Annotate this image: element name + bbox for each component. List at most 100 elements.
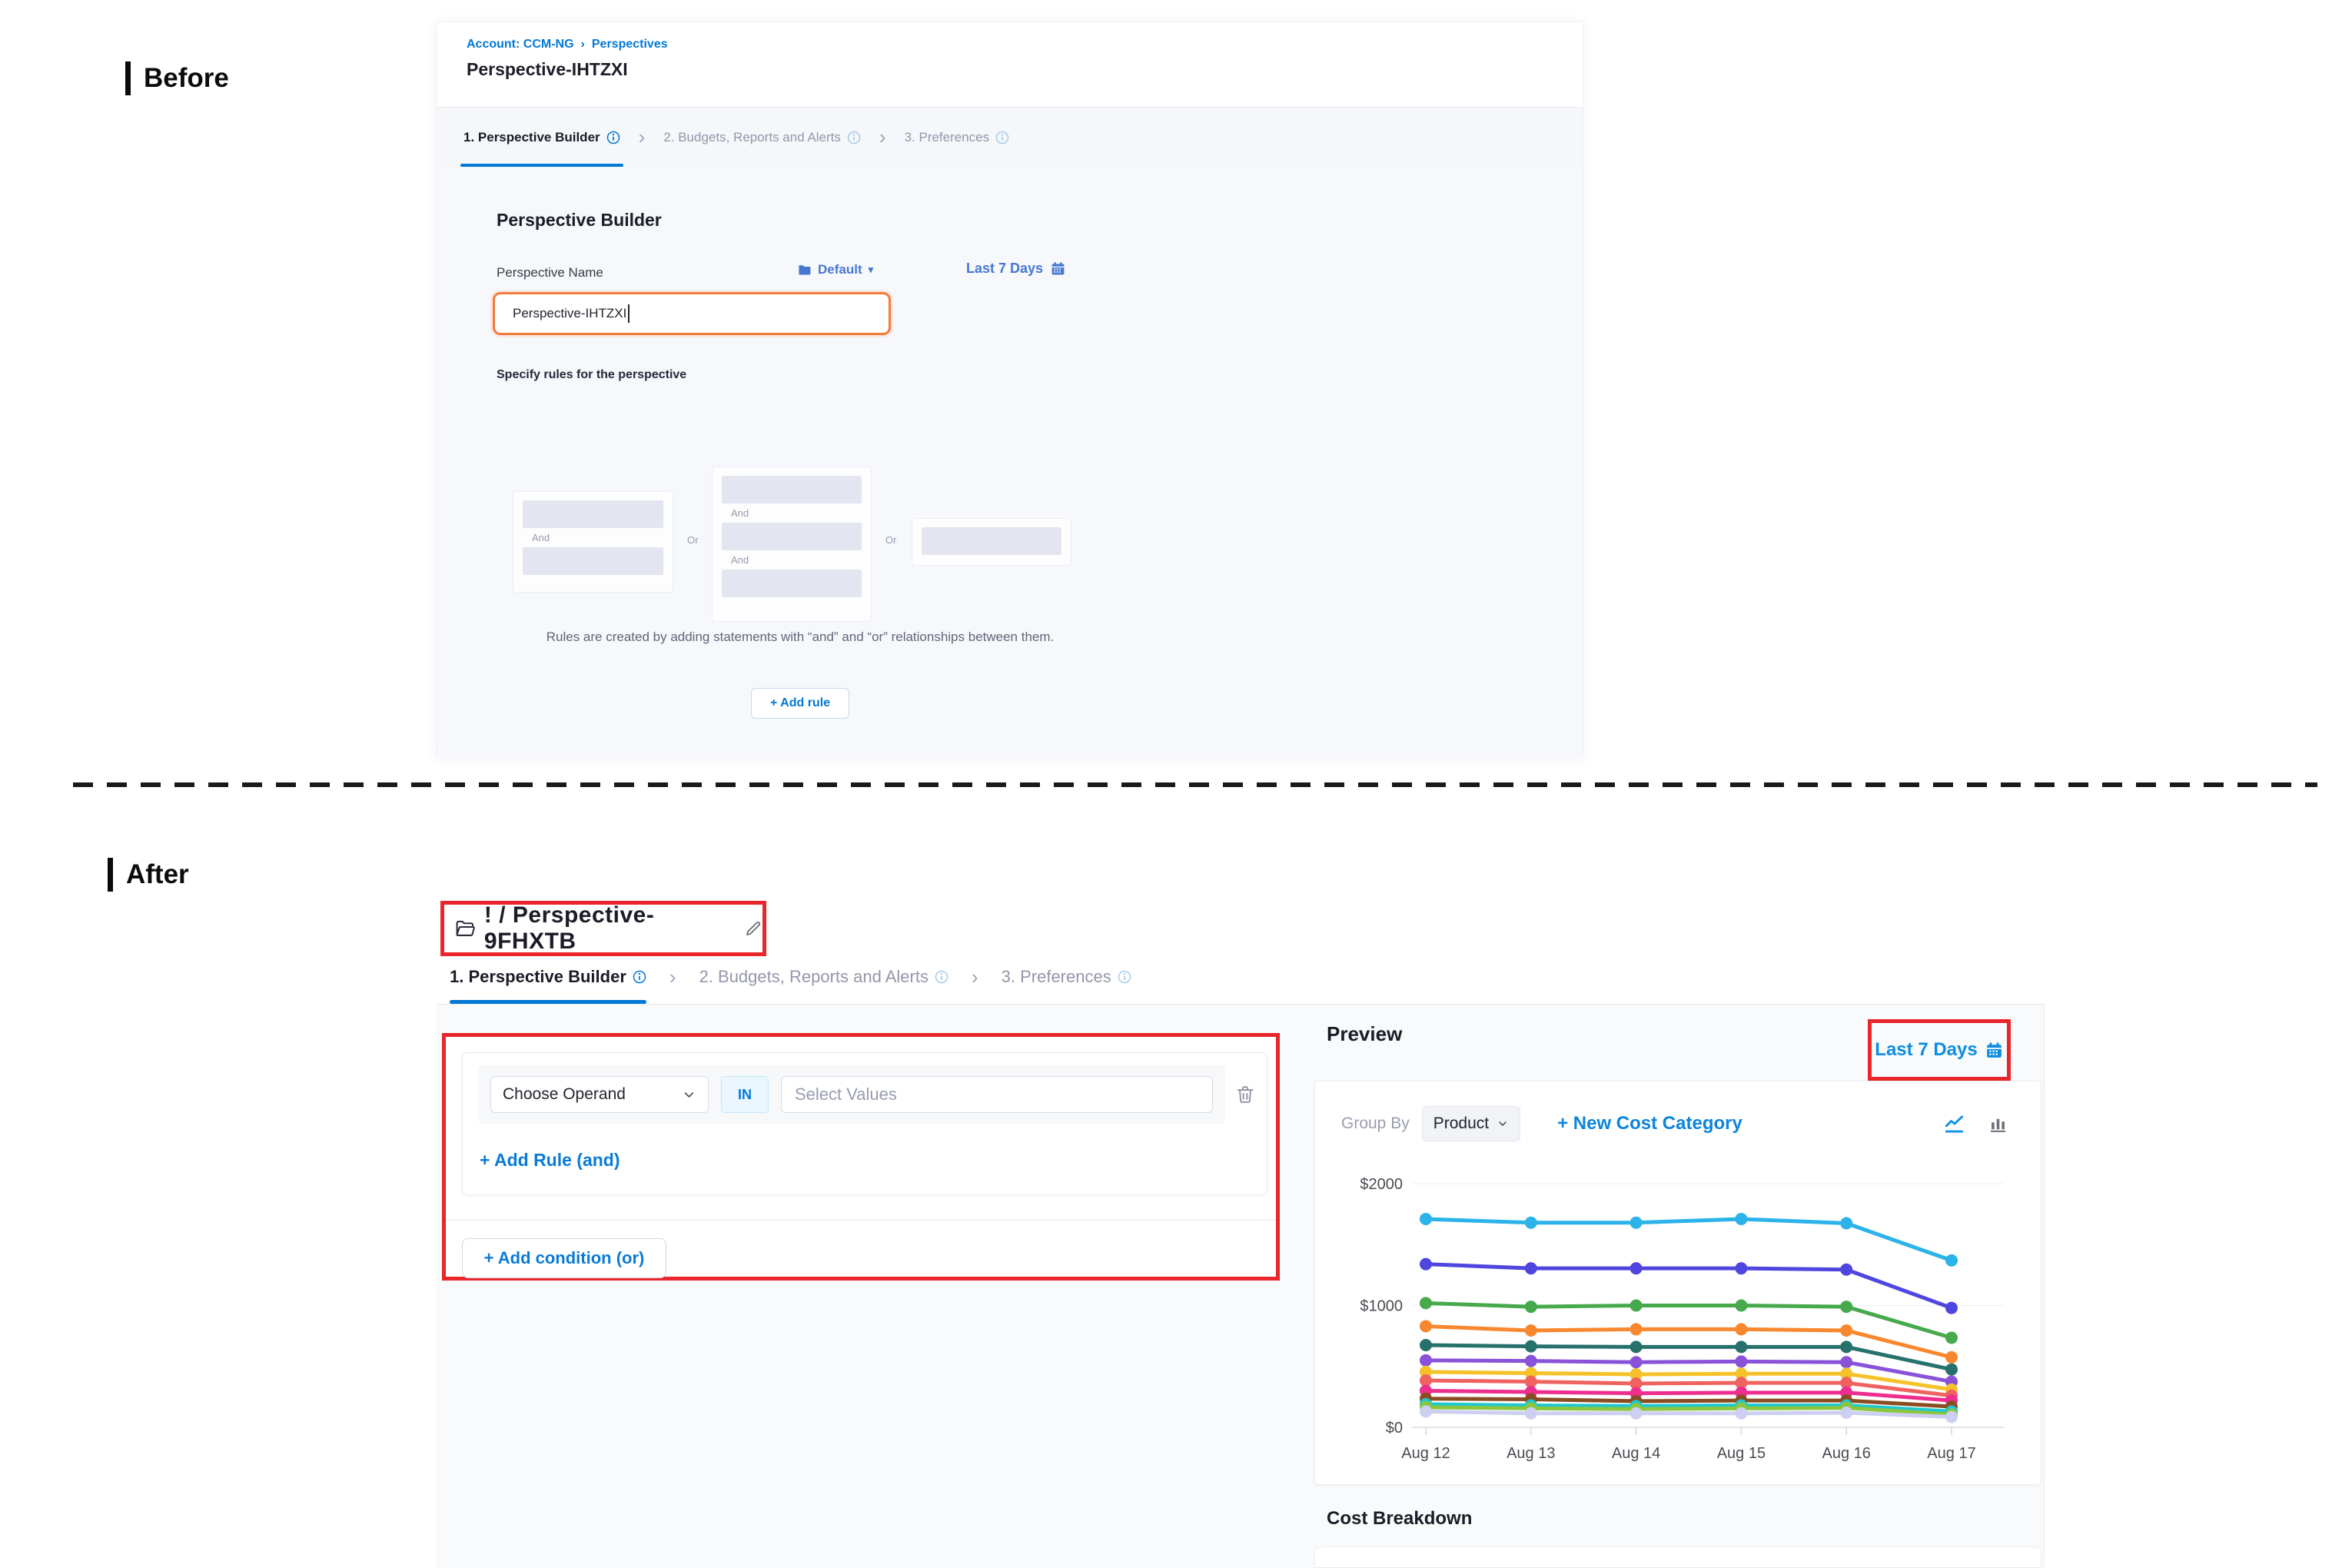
skeleton-bar bbox=[922, 527, 1061, 555]
operator-in-chip[interactable]: IN bbox=[721, 1076, 769, 1113]
tab-perspective-builder[interactable]: 1. Perspective Builder bbox=[450, 967, 646, 987]
skeleton-and-label: And bbox=[722, 503, 862, 523]
after-section-label: After bbox=[108, 858, 189, 892]
annotation-box-title: ! / Perspective-9FHXTB bbox=[440, 901, 766, 956]
date-range-picker[interactable]: Last 7 Days bbox=[1875, 1039, 2003, 1061]
svg-text:$2000: $2000 bbox=[1360, 1176, 1403, 1193]
annotation-box-date-range: Last 7 Days bbox=[1868, 1019, 2011, 1081]
folder-selector[interactable]: Default ▾ bbox=[797, 262, 873, 277]
calendar-icon bbox=[1050, 261, 1066, 277]
breadcrumb-perspectives-link[interactable]: Perspectives bbox=[592, 38, 668, 51]
choose-operand-select[interactable]: Choose Operand bbox=[490, 1076, 709, 1113]
tab-preferences[interactable]: 3. Preferences bbox=[905, 130, 1010, 145]
skeleton-bar bbox=[722, 523, 862, 550]
rule-card: Choose Operand IN + Add Rule (and) bbox=[462, 1052, 1267, 1195]
skeleton-and-label: And bbox=[523, 528, 663, 547]
chevron-right-icon: › bbox=[972, 971, 978, 984]
rules-hint-text: Rules are created by adding statements w… bbox=[497, 630, 1104, 645]
preview-right-border bbox=[2044, 1005, 2045, 1568]
group-by-value: Product bbox=[1433, 1115, 1489, 1133]
rule-skeleton-card bbox=[912, 518, 1071, 566]
group-by-select[interactable]: Product bbox=[1422, 1106, 1520, 1141]
tab-budgets-reports-alerts[interactable]: 2. Budgets, Reports and Alerts bbox=[663, 130, 861, 145]
add-rule-button[interactable]: + Add rule bbox=[751, 688, 849, 719]
chart-type-toggle bbox=[1944, 1114, 2008, 1134]
calendar-icon bbox=[1985, 1041, 2004, 1060]
select-values-input[interactable] bbox=[781, 1076, 1213, 1113]
folder-open-icon bbox=[454, 917, 477, 941]
skeleton-or-label: Or bbox=[687, 534, 698, 546]
svg-text:Aug 16: Aug 16 bbox=[1822, 1445, 1871, 1462]
builder-heading: Perspective Builder bbox=[497, 210, 662, 231]
chevron-right-icon: › bbox=[669, 971, 676, 984]
svg-text:Aug 17: Aug 17 bbox=[1927, 1445, 1975, 1462]
specify-rules-label: Specify rules for the perspective bbox=[497, 368, 686, 382]
info-icon bbox=[995, 131, 1009, 145]
info-icon bbox=[1118, 970, 1131, 984]
tab-bar: 1. Perspective Builder › 2. Budgets, Rep… bbox=[450, 967, 1131, 987]
svg-text:Aug 13: Aug 13 bbox=[1507, 1445, 1555, 1462]
skeleton-and-label: And bbox=[722, 550, 862, 570]
skeleton-or-label: Or bbox=[885, 534, 896, 546]
svg-text:Aug 12: Aug 12 bbox=[1401, 1445, 1450, 1462]
skeleton-bar bbox=[523, 500, 663, 528]
tab-bar: 1. Perspective Builder › 2. Budgets, Rep… bbox=[437, 107, 1583, 167]
annotation-box-rule-builder: Choose Operand IN + Add Rule (and) + Add… bbox=[442, 1033, 1280, 1281]
edit-pencil-icon[interactable] bbox=[744, 919, 762, 938]
skeleton-bar bbox=[722, 476, 862, 503]
chevron-right-icon: › bbox=[879, 131, 886, 144]
skeleton-bar bbox=[722, 570, 862, 597]
tab-bottom-divider bbox=[437, 1004, 2045, 1005]
cost-preview-line-chart: $2000 $1000 $0 Aug 12 Aug 13 Aug 14 Aug 15 Aug … bbox=[1326, 1152, 2022, 1467]
rule-skeleton-card: And bbox=[513, 491, 673, 593]
choose-operand-value: Choose Operand bbox=[503, 1085, 626, 1104]
tab-perspective-builder[interactable]: 1. Perspective Builder bbox=[463, 130, 620, 145]
rule-skeleton-card: And And bbox=[712, 467, 872, 622]
tab-preferences[interactable]: 3. Preferences bbox=[1002, 967, 1131, 987]
caret-down-icon: ▾ bbox=[869, 264, 874, 276]
date-range-picker[interactable]: Last 7 Days bbox=[966, 261, 1066, 277]
info-icon bbox=[633, 970, 646, 984]
info-icon bbox=[606, 131, 620, 145]
date-range-value: Last 7 Days bbox=[966, 261, 1043, 277]
cost-breakdown-heading: Cost Breakdown bbox=[1327, 1508, 1472, 1530]
perspective-name-input[interactable]: Perspective-IHTZXI bbox=[493, 292, 891, 335]
svg-text:$0: $0 bbox=[1386, 1420, 1403, 1437]
svg-text:$1000: $1000 bbox=[1360, 1298, 1403, 1315]
text-cursor bbox=[628, 304, 630, 323]
info-icon bbox=[847, 131, 861, 145]
chevron-down-icon bbox=[1497, 1118, 1509, 1130]
trash-icon[interactable] bbox=[1234, 1084, 1256, 1105]
cost-breakdown-table-edge bbox=[1314, 1546, 2041, 1568]
page-title: Perspective-IHTZXI bbox=[467, 59, 628, 80]
chart-toolbar: Group By Product + New Cost Category bbox=[1341, 1106, 2008, 1141]
perspective-builder-content: Perspective Builder Perspective Name Def… bbox=[437, 167, 1583, 758]
date-range-value: Last 7 Days bbox=[1875, 1039, 1977, 1061]
info-icon bbox=[935, 970, 948, 984]
perspective-name-value: Perspective-IHTZXI bbox=[513, 306, 626, 321]
preview-chart-card: Group By Product + New Cost Category $20… bbox=[1314, 1081, 2041, 1485]
screenshot-canvas: Before Account: CCM-NG › Perspectives Pe… bbox=[0, 0, 2352, 1568]
breadcrumb-account-link[interactable]: Account: CCM-NG bbox=[467, 38, 574, 51]
line-chart-icon[interactable] bbox=[1944, 1114, 1965, 1134]
perspective-name-label: Perspective Name bbox=[497, 265, 603, 281]
perspective-title: ! / Perspective-9FHXTB bbox=[484, 902, 729, 955]
tab-budgets-reports-alerts[interactable]: 2. Budgets, Reports and Alerts bbox=[699, 967, 948, 987]
rule-row: Choose Operand IN bbox=[478, 1065, 1225, 1124]
svg-text:Aug 14: Aug 14 bbox=[1612, 1445, 1660, 1462]
preview-heading: Preview bbox=[1327, 1022, 1402, 1046]
bar-chart-icon[interactable] bbox=[1988, 1114, 2008, 1134]
folder-icon bbox=[797, 263, 812, 277]
skeleton-bar bbox=[523, 547, 663, 575]
new-cost-category-link[interactable]: + New Cost Category bbox=[1557, 1113, 1742, 1134]
add-rule-and-link[interactable]: + Add Rule (and) bbox=[480, 1150, 620, 1171]
chevron-right-icon: › bbox=[639, 131, 646, 144]
folder-selector-value: Default bbox=[818, 262, 862, 277]
before-section-label: Before bbox=[125, 61, 229, 95]
add-condition-or-button[interactable]: + Add condition (or) bbox=[462, 1238, 666, 1278]
before-after-divider bbox=[73, 782, 2317, 787]
chevron-down-icon bbox=[682, 1088, 696, 1102]
svg-text:Aug 15: Aug 15 bbox=[1717, 1445, 1766, 1462]
rule-section-divider bbox=[446, 1220, 1276, 1221]
group-by-label: Group By bbox=[1341, 1115, 1410, 1133]
